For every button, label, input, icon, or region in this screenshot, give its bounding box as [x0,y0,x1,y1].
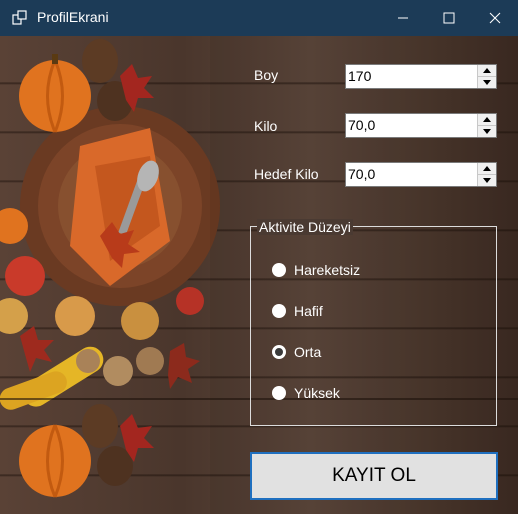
activity-groupbox [250,226,497,426]
boy-decrement-icon[interactable] [478,77,496,88]
boy-stepper[interactable]: 170 [345,64,497,89]
hedef-kilo-decrement-icon[interactable] [478,175,496,186]
radio-orta[interactable] [272,345,286,359]
maximize-button[interactable] [426,0,472,36]
register-button-label: KAYIT OL [332,465,416,486]
hedef-kilo-value[interactable]: 70,0 [348,166,375,182]
boy-increment-icon[interactable] [478,65,496,77]
activity-group-title: Aktivite Düzeyi [257,219,353,235]
hedef-kilo-label: Hedef Kilo [254,166,319,182]
radio-yuksek-label[interactable]: Yüksek [294,385,340,401]
kilo-increment-icon[interactable] [478,114,496,126]
client-area: Boy 170 Kilo 70,0 Hedef Kilo 70,0 Aktivi… [0,36,518,514]
app-icon [12,10,28,26]
radio-hareketsiz[interactable] [272,263,286,277]
kilo-decrement-icon[interactable] [478,126,496,137]
hedef-kilo-spin[interactable] [477,163,496,186]
hedef-kilo-increment-icon[interactable] [478,163,496,175]
close-button[interactable] [472,0,518,36]
radio-orta-label[interactable]: Orta [294,344,321,360]
boy-label: Boy [254,67,279,83]
kilo-label: Kilo [254,118,278,134]
kilo-spin[interactable] [477,114,496,137]
register-button[interactable]: KAYIT OL [250,452,498,500]
title-bar[interactable]: ProfilEkrani [0,0,518,36]
profile-window: ProfilEkrani Boy 170 Kilo 70,0 Hedef Kil… [0,0,518,514]
window-title: ProfilEkrani [37,9,109,25]
radio-hafif[interactable] [272,304,286,318]
radio-yuksek[interactable] [272,386,286,400]
kilo-value[interactable]: 70,0 [348,117,375,133]
boy-spin[interactable] [477,65,496,88]
radio-hafif-label[interactable]: Hafif [294,303,323,319]
kilo-stepper[interactable]: 70,0 [345,113,497,138]
minimize-button[interactable] [380,0,426,36]
hedef-kilo-stepper[interactable]: 70,0 [345,162,497,187]
boy-value[interactable]: 170 [348,68,371,84]
radio-hareketsiz-label[interactable]: Hareketsiz [294,262,360,278]
